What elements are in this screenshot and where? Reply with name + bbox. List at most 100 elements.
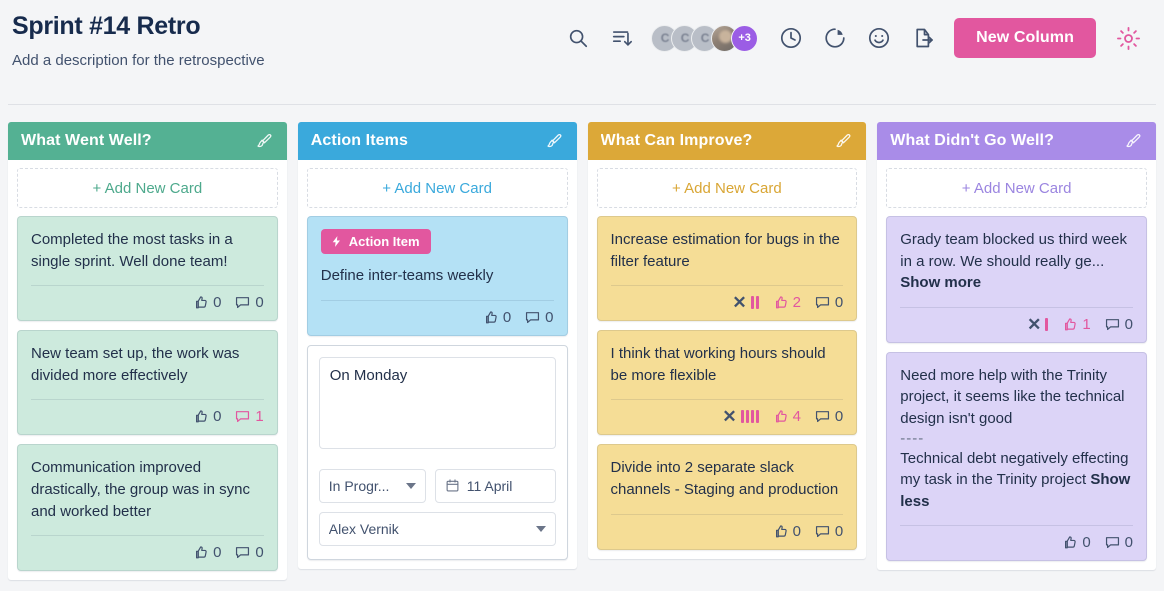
retro-card[interactable]: Action Item Define inter-teams weekly 0 0 bbox=[306, 216, 568, 336]
clear-votes-button[interactable]: ✕ bbox=[732, 293, 759, 313]
vote-button[interactable]: 0 bbox=[192, 544, 221, 561]
thumbs-up-icon bbox=[482, 309, 499, 326]
thumbs-up-icon bbox=[192, 544, 209, 561]
vote-button[interactable]: 0 bbox=[772, 523, 801, 540]
due-date-field[interactable]: 11 April bbox=[434, 468, 556, 503]
column-header[interactable]: What Can Improve? bbox=[587, 122, 867, 160]
clear-votes-button[interactable]: ✕ bbox=[1027, 314, 1049, 334]
page-title: Sprint #14 Retro bbox=[12, 12, 201, 40]
add-new-card-button[interactable]: + Add New Card bbox=[17, 168, 278, 208]
comment-count: 0 bbox=[255, 294, 264, 312]
thumbs-up-icon bbox=[1061, 316, 1078, 333]
comment-button[interactable]: 1 bbox=[234, 408, 264, 425]
avatar-initials: C bbox=[660, 31, 670, 45]
comment-button[interactable]: 0 bbox=[524, 308, 554, 326]
retro-card[interactable]: Grady team blocked us third week in a ro… bbox=[886, 216, 1147, 343]
board-toolbar: C C C +3 New Column bbox=[565, 8, 1144, 58]
vote-count: 4 bbox=[792, 408, 801, 426]
smiley-icon[interactable] bbox=[866, 25, 892, 51]
column-title: Action Items bbox=[310, 132, 408, 149]
thumbs-up-icon bbox=[772, 408, 789, 425]
member-avatars[interactable]: C C C +3 bbox=[651, 24, 759, 52]
thumbs-up-icon bbox=[772, 523, 789, 540]
assignee-select[interactable]: Alex Vernik bbox=[318, 511, 556, 546]
comment-button[interactable]: 0 bbox=[814, 523, 843, 540]
add-new-card-button[interactable]: + Add New Card bbox=[306, 168, 568, 208]
comment-count: 0 bbox=[545, 308, 554, 326]
vote-button[interactable]: 2 bbox=[772, 294, 801, 311]
comment-button[interactable]: 0 bbox=[1104, 534, 1133, 551]
new-column-button[interactable]: New Column bbox=[954, 18, 1096, 58]
add-new-card-button[interactable]: + Add New Card bbox=[596, 168, 858, 208]
column-title: What Can Improve? bbox=[600, 132, 753, 149]
status-select[interactable]: In Progr... bbox=[318, 468, 426, 503]
sort-descending-icon[interactable] bbox=[609, 25, 635, 51]
comment-button[interactable]: 0 bbox=[814, 408, 843, 425]
retro-card[interactable]: Communication improved drastically, the … bbox=[17, 444, 278, 572]
retro-card[interactable]: Divide into 2 separate slack channels - … bbox=[596, 444, 858, 550]
comment-icon bbox=[234, 294, 251, 311]
comment-count: 0 bbox=[1124, 315, 1133, 333]
card-text: Need more help with the Trinity project,… bbox=[900, 366, 1125, 427]
card-text-input[interactable] bbox=[318, 356, 556, 449]
search-icon[interactable] bbox=[565, 25, 591, 51]
avatar-initials: C bbox=[700, 31, 710, 45]
brush-icon[interactable] bbox=[1124, 132, 1143, 151]
vote-bars bbox=[1045, 317, 1049, 331]
comment-button[interactable]: 0 bbox=[814, 294, 843, 311]
vote-count: 2 bbox=[792, 294, 801, 312]
brush-icon[interactable] bbox=[545, 132, 564, 151]
card-editor[interactable]: In Progr...11 April Alex Vernik bbox=[306, 344, 568, 560]
comment-button[interactable]: 0 bbox=[234, 544, 264, 562]
card-footer: ✕ 1 0 bbox=[900, 306, 1133, 334]
brush-icon[interactable] bbox=[255, 132, 274, 151]
column-title: What Went Well? bbox=[21, 132, 152, 149]
pie-chart-icon[interactable] bbox=[822, 25, 848, 51]
comment-icon bbox=[814, 294, 831, 311]
export-icon[interactable] bbox=[910, 25, 936, 51]
card-editor-meta-row: In Progr... 11 April bbox=[318, 468, 556, 503]
board-description[interactable]: Add a description for the retrospective bbox=[12, 52, 265, 69]
clock-icon[interactable] bbox=[778, 25, 804, 51]
brush-icon[interactable] bbox=[834, 132, 853, 151]
gear-icon[interactable] bbox=[1114, 24, 1142, 52]
retro-card[interactable]: Need more help with the Trinity project,… bbox=[886, 351, 1147, 562]
comment-button[interactable]: 0 bbox=[234, 294, 264, 312]
comment-icon bbox=[524, 309, 541, 326]
comment-icon bbox=[814, 523, 831, 540]
retro-card[interactable]: New team set up, the work was divided mo… bbox=[17, 330, 278, 436]
card-text: Define inter-teams weekly bbox=[320, 267, 494, 284]
card-footer: 00 bbox=[31, 285, 264, 311]
vote-button[interactable]: 1 bbox=[1061, 316, 1091, 333]
comment-button[interactable]: 0 bbox=[1104, 316, 1133, 333]
column-header[interactable]: Action Items bbox=[297, 122, 577, 160]
comment-icon bbox=[814, 408, 831, 425]
vote-button[interactable]: 4 bbox=[772, 408, 801, 425]
thumbs-up-icon bbox=[772, 294, 789, 311]
add-new-card-button[interactable]: + Add New Card bbox=[886, 168, 1147, 208]
close-icon: ✕ bbox=[732, 293, 747, 313]
vote-button[interactable]: 0 bbox=[1061, 534, 1091, 551]
card-footer: 00 bbox=[320, 299, 554, 326]
vote-button[interactable]: 0 bbox=[192, 294, 221, 311]
avatar-overflow-badge[interactable]: +3 bbox=[731, 24, 759, 52]
show-more-toggle[interactable]: Show more bbox=[900, 274, 981, 291]
card-text: Divide into 2 separate slack channels - … bbox=[610, 459, 839, 498]
retro-card[interactable]: Completed the most tasks in a single spr… bbox=[17, 216, 278, 322]
column-header[interactable]: What Didn't Go Well? bbox=[877, 122, 1156, 160]
column-title: What Didn't Go Well? bbox=[890, 132, 1054, 149]
show-less-toggle[interactable]: Show less bbox=[900, 471, 1130, 510]
column-card-list: Action ItemDefine inter-teams weekly00In… bbox=[298, 214, 577, 569]
retro-card[interactable]: Increase estimation for bugs in the filt… bbox=[596, 216, 858, 322]
card-footer: ✕ 2 0 bbox=[610, 285, 844, 313]
card-text: Communication improved drastically, the … bbox=[31, 459, 250, 520]
column-header[interactable]: What Went Well? bbox=[8, 122, 287, 160]
comment-count: 0 bbox=[255, 544, 264, 562]
retro-card[interactable]: I think that working hours should be mor… bbox=[596, 330, 858, 436]
action-item-badge: Action Item bbox=[320, 229, 431, 254]
close-icon: ✕ bbox=[1027, 314, 1042, 334]
clear-votes-button[interactable]: ✕ bbox=[722, 408, 759, 425]
column-card-list: Completed the most tasks in a single spr… bbox=[8, 214, 287, 580]
vote-button[interactable]: 0 bbox=[482, 309, 511, 326]
vote-button[interactable]: 0 bbox=[192, 408, 221, 425]
